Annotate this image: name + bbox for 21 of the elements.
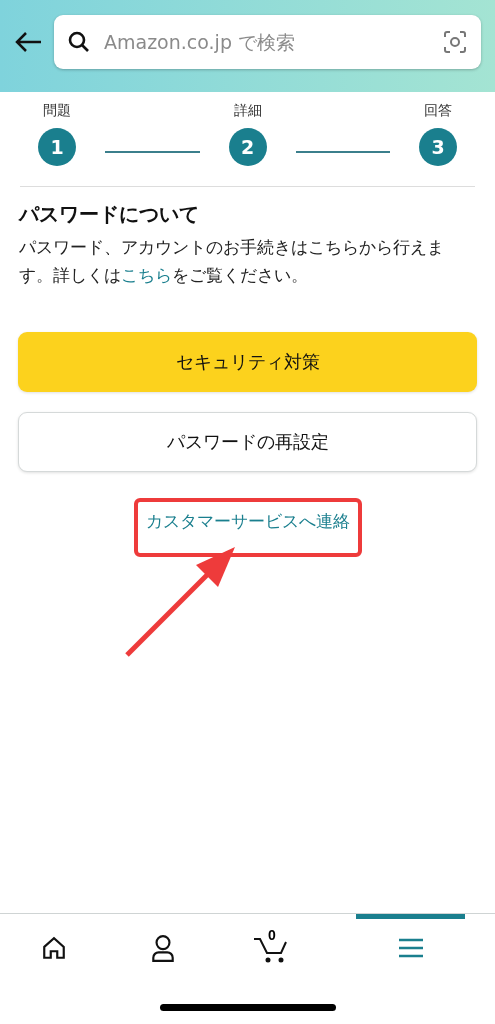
nav-tab[interactable]: 0 (217, 914, 327, 976)
menu-icon (397, 936, 424, 959)
step-label: 詳細 (233, 102, 262, 120)
search-icon (68, 31, 90, 53)
step-label: 問題 (43, 102, 71, 120)
person-icon (150, 933, 177, 962)
step-label: 回答 (424, 102, 452, 120)
description-text: パスワード、アカウントのお手続きはこちらから行えます。詳しくはこちら をご覧ください。 (19, 237, 445, 287)
step-number: 1 (38, 128, 76, 166)
home-icon (41, 934, 68, 961)
security-button[interactable]: セキュリティ対策 (18, 332, 477, 392)
search-bar[interactable]: Amazon.co.jp で検索 (54, 15, 481, 69)
reset-password-button[interactable]: パスワードの再設定 (18, 412, 477, 472)
camera-scan-icon[interactable] (443, 30, 467, 54)
step-number: 3 (419, 128, 457, 166)
step-number: 2 (228, 128, 267, 166)
back-arrow-icon[interactable] (14, 31, 42, 53)
cart-count: 0 (267, 927, 276, 943)
section-title: パスワードについて (19, 201, 200, 228)
contact-link[interactable]: カスタマーサービスへ連絡 (145, 510, 350, 533)
details-link[interactable]: こちら (121, 266, 172, 285)
